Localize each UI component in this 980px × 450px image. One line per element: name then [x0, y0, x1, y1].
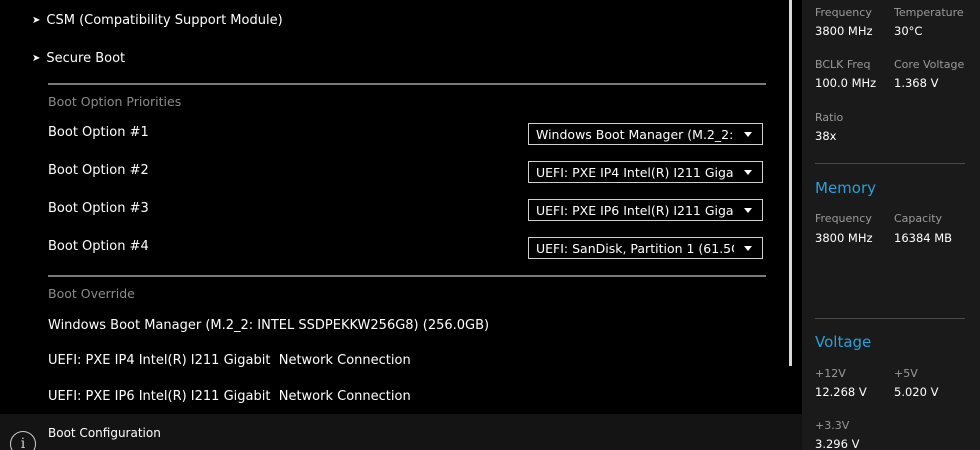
- boot-override-title: Boot Override: [48, 286, 135, 301]
- hardware-monitor-panel: Frequency 3800 MHz Temperature 30°C BCLK…: [802, 0, 980, 450]
- v33-label: +3.3V: [815, 419, 850, 432]
- chevron-down-icon: [744, 208, 752, 213]
- boot-option-3-select[interactable]: UEFI: PXE IP6 Intel(R) I211 Gigal: [528, 199, 763, 221]
- v12-label: +12V: [815, 367, 846, 380]
- chevron-down-icon: [744, 170, 752, 175]
- boot-priorities-title: Boot Option Priorities: [48, 94, 182, 109]
- voltage-title: Voltage: [815, 333, 872, 351]
- info-icon: i: [10, 431, 36, 450]
- cpu-frequency-value: 3800 MHz: [815, 24, 873, 38]
- panel-divider: [815, 163, 965, 164]
- boot-option-2-value: UEFI: PXE IP4 Intel(R) I211 Gigal: [536, 164, 734, 180]
- v5-value: 5.020 V: [894, 385, 939, 399]
- arrow-right-icon: ➤: [32, 15, 41, 26]
- memory-title: Memory: [815, 179, 877, 197]
- ratio-value: 38x: [815, 129, 837, 143]
- boot-option-2-select[interactable]: UEFI: PXE IP4 Intel(R) I211 Gigal: [528, 161, 763, 183]
- memory-frequency-value: 3800 MHz: [815, 231, 873, 245]
- boot-option-3-value: UEFI: PXE IP6 Intel(R) I211 Gigal: [536, 202, 734, 218]
- submenu-csm[interactable]: ➤ CSM (Compatibility Support Module): [32, 11, 283, 31]
- boot-option-3-label: Boot Option #3: [48, 201, 149, 216]
- scrollbar[interactable]: [789, 0, 792, 366]
- bclk-value: 100.0 MHz: [815, 76, 877, 90]
- bclk-label: BCLK Freq: [815, 58, 871, 71]
- core-voltage-value: 1.368 V: [894, 76, 939, 90]
- boot-option-1-value: Windows Boot Manager (M.2_2:: [536, 126, 734, 142]
- v5-label: +5V: [894, 367, 918, 380]
- v33-value: 3.296 V: [815, 437, 860, 450]
- submenu-secure-boot-label: Secure Boot: [46, 51, 126, 66]
- boot-override-item[interactable]: UEFI: PXE IP6 Intel(R) I211 Gigabit Netw…: [48, 387, 411, 407]
- boot-option-1-label: Boot Option #1: [48, 125, 149, 140]
- memory-capacity-label: Capacity: [894, 212, 943, 225]
- chevron-down-icon: [744, 246, 752, 251]
- section-divider: [48, 275, 766, 277]
- ratio-label: Ratio: [815, 111, 844, 124]
- help-text: Boot Configuration: [48, 426, 161, 440]
- boot-override-item[interactable]: UEFI: PXE IP4 Intel(R) I211 Gigabit Netw…: [48, 351, 411, 371]
- boot-settings-panel: ➤ CSM (Compatibility Support Module) ➤ S…: [0, 0, 802, 450]
- submenu-csm-label: CSM (Compatibility Support Module): [46, 13, 283, 28]
- boot-option-4-label: Boot Option #4: [48, 239, 149, 254]
- cpu-temperature-value: 30°C: [894, 24, 923, 38]
- chevron-down-icon: [744, 132, 752, 137]
- cpu-frequency-label: Frequency: [815, 6, 872, 19]
- arrow-right-icon: ➤: [32, 53, 41, 64]
- v12-value: 12.268 V: [815, 385, 867, 399]
- boot-option-1-select[interactable]: Windows Boot Manager (M.2_2:: [528, 123, 763, 145]
- boot-option-2-label: Boot Option #2: [48, 163, 149, 178]
- panel-divider: [815, 318, 965, 319]
- memory-capacity-value: 16384 MB: [894, 231, 953, 245]
- submenu-secure-boot[interactable]: ➤ Secure Boot: [32, 49, 125, 69]
- memory-frequency-label: Frequency: [815, 212, 872, 225]
- boot-option-4-value: UEFI: SanDisk, Partition 1 (61.5C: [536, 240, 734, 256]
- cpu-temperature-label: Temperature: [894, 6, 964, 19]
- boot-override-item[interactable]: Windows Boot Manager (M.2_2: INTEL SSDPE…: [48, 316, 489, 336]
- core-voltage-label: Core Voltage: [894, 58, 965, 71]
- boot-option-4-select[interactable]: UEFI: SanDisk, Partition 1 (61.5C: [528, 237, 763, 259]
- section-divider: [48, 83, 766, 85]
